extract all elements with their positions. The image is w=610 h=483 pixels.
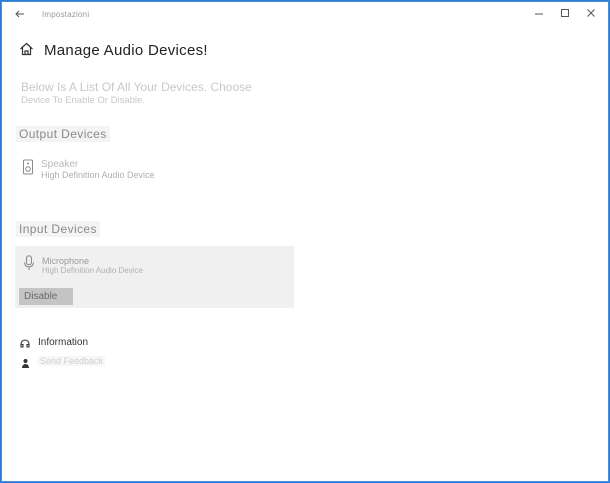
description-line-2: Device To Enable Or Disable. <box>21 95 145 106</box>
speaker-subtitle: High Definition Audio Device <box>41 170 155 180</box>
settings-window: Impostazioni Manage Audio Devices! Below… <box>1 1 609 482</box>
input-devices-heading: Input Devices <box>16 221 100 237</box>
information-label: Information <box>38 337 89 348</box>
speaker-name: Speaker <box>41 159 79 170</box>
close-icon[interactable] <box>584 6 598 20</box>
output-devices-heading: Output Devices <box>16 126 110 142</box>
disable-button[interactable]: Disable <box>19 288 73 305</box>
microphone-subtitle: High Definition Audio Device <box>42 266 143 275</box>
microphone-icon <box>23 255 35 271</box>
maximize-icon[interactable] <box>558 6 572 20</box>
feedback-label: Send Feedback <box>38 356 106 366</box>
minimize-icon[interactable] <box>532 6 546 20</box>
page-title: Manage Audio Devices! <box>44 42 208 59</box>
info-icon <box>20 337 31 348</box>
description-line-1: Below Is A List Of All Your Devices. Cho… <box>21 80 252 94</box>
title-bar: Impostazioni <box>2 2 608 28</box>
speaker-device-item[interactable]: Speaker High Definition Audio Device <box>22 159 222 183</box>
back-arrow-icon[interactable] <box>12 6 28 22</box>
page-description: Below Is A List Of All Your Devices. Cho… <box>21 81 321 107</box>
microphone-name: Microphone <box>42 256 90 266</box>
home-icon[interactable] <box>19 42 34 56</box>
microphone-device-card[interactable]: Microphone High Definition Audio Device … <box>15 246 294 308</box>
speaker-icon <box>22 159 34 175</box>
app-title: Impostazioni <box>42 10 90 19</box>
feedback-icon <box>20 356 31 368</box>
